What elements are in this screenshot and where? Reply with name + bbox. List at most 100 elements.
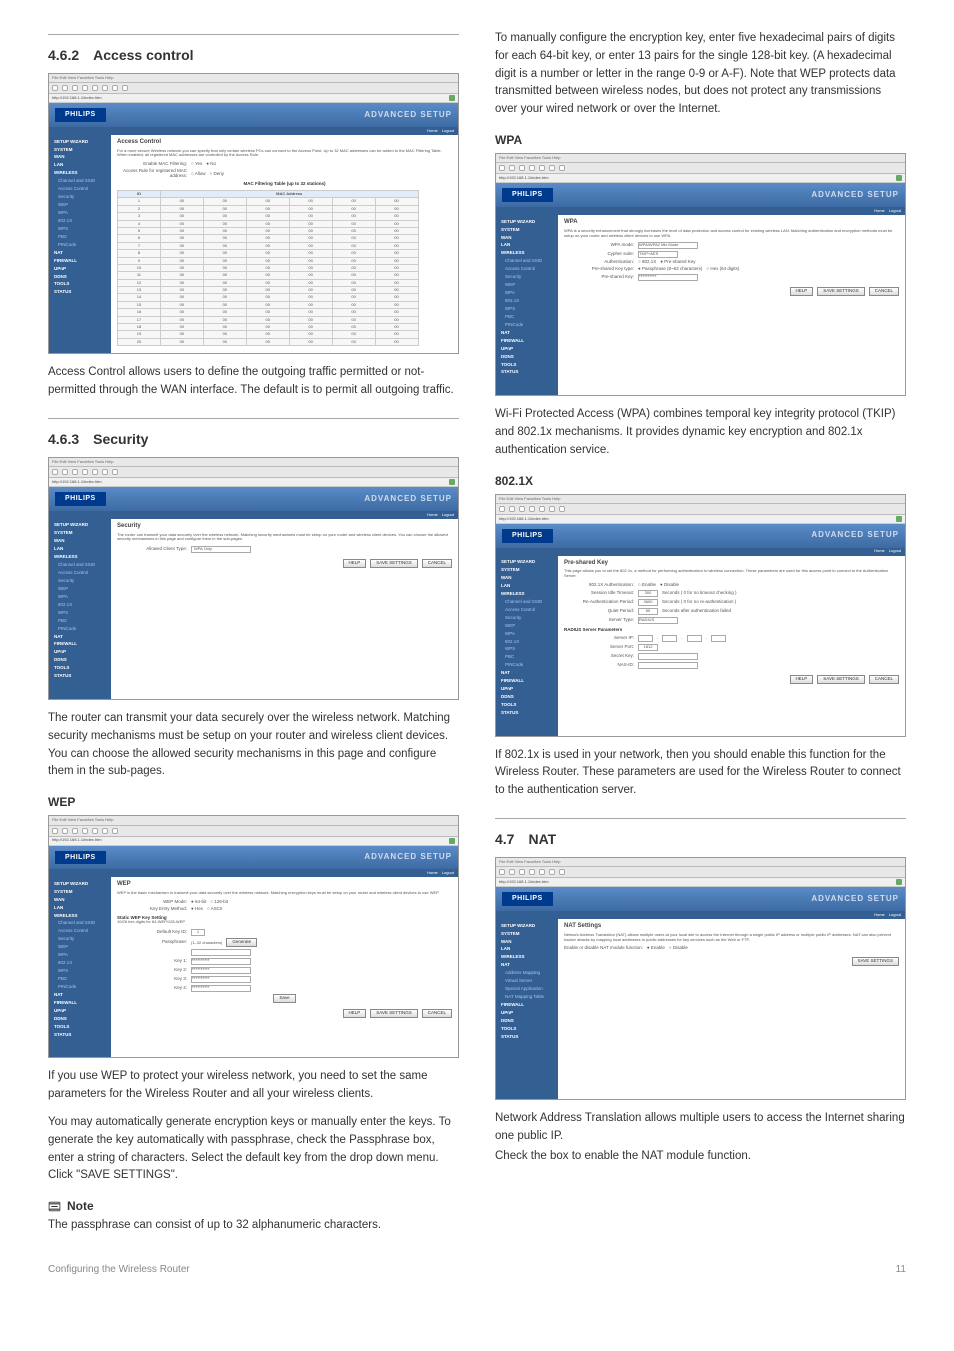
nav-item[interactable]: SYSTEM [52, 530, 108, 538]
logout-link[interactable]: Logout [442, 129, 454, 133]
radio-enable[interactable]: ● Enable [647, 946, 665, 951]
nav-item[interactable]: PBC [52, 976, 108, 984]
nav-item[interactable]: PINCode [52, 625, 108, 633]
home-icon[interactable] [92, 828, 98, 834]
home-link[interactable]: Home [427, 871, 438, 875]
home-link[interactable]: Home [427, 513, 438, 517]
nav-item[interactable]: DDNS [52, 1015, 108, 1023]
radio-no[interactable]: ● No [206, 162, 216, 167]
radio-128[interactable]: ○ 128-bit [210, 900, 228, 905]
radio-64[interactable]: ● 64-bit [191, 900, 206, 905]
nav-item[interactable]: WPA [52, 593, 108, 601]
nav-item[interactable]: Access Control [499, 266, 555, 274]
nav-item[interactable]: WPS [52, 968, 108, 976]
stop-icon[interactable] [519, 165, 525, 171]
nav-item[interactable]: LAN [52, 904, 108, 912]
nav-item[interactable]: WPS [52, 609, 108, 617]
nav-item[interactable]: UPnP [499, 686, 555, 694]
home-link[interactable]: Home [874, 209, 885, 213]
nav-item[interactable]: STATUS [499, 709, 555, 717]
nav-item[interactable]: FIREWALL [52, 641, 108, 649]
cypher-select[interactable]: TKIP+AES [638, 251, 678, 258]
home-icon[interactable] [539, 506, 545, 512]
addr-text[interactable]: http://192.168.1.1/index.htm [52, 96, 102, 100]
help-button[interactable]: HELP [790, 287, 814, 296]
nav-item[interactable]: Virtual Server [499, 978, 555, 986]
nav-item[interactable]: 802.1X [499, 298, 555, 306]
radio-passphrase[interactable]: ● Passphrase (8~63 characters) [638, 267, 702, 272]
go-icon[interactable] [449, 838, 455, 844]
save-button[interactable]: SAVE SETTINGS [370, 1009, 417, 1018]
help-button[interactable]: HELP [343, 1009, 367, 1018]
nav-item[interactable]: TOOLS [499, 1025, 555, 1033]
nav-item[interactable]: STATUS [52, 673, 108, 681]
fav-icon[interactable] [112, 469, 118, 475]
stype-select[interactable]: RADIUS [638, 617, 678, 624]
nav-item[interactable]: TOOLS [499, 702, 555, 710]
nav-item[interactable]: PINCode [499, 321, 555, 329]
back-icon[interactable] [52, 85, 58, 91]
back-icon[interactable] [52, 469, 58, 475]
nav-item[interactable]: SETUP WIZARD [52, 522, 108, 530]
nav-item[interactable]: LAN [499, 582, 555, 590]
nav-system[interactable]: SYSTEM [52, 146, 108, 154]
save-button[interactable]: SAVE SETTINGS [852, 957, 899, 966]
nav-item[interactable]: 802.1X [499, 638, 555, 646]
default-key-select[interactable]: 1 [191, 929, 205, 936]
search-icon[interactable] [102, 85, 108, 91]
back-icon[interactable] [499, 506, 505, 512]
logout-link[interactable]: Logout [889, 913, 901, 917]
nav-item[interactable]: SETUP WIZARD [499, 559, 555, 567]
nav-item[interactable]: NAT [499, 329, 555, 337]
go-icon[interactable] [896, 879, 902, 885]
logout-link[interactable]: Logout [442, 871, 454, 875]
nav-setup-wizard[interactable]: SETUP WIZARD [52, 138, 108, 146]
nav-item[interactable]: PBC [499, 654, 555, 662]
ip-octet[interactable] [687, 635, 702, 642]
nav-item[interactable]: WIRELESS [52, 554, 108, 562]
nav-item[interactable]: Channel and SSID [499, 258, 555, 266]
home-icon[interactable] [92, 85, 98, 91]
home-icon[interactable] [92, 469, 98, 475]
nav-item[interactable]: DDNS [499, 1017, 555, 1025]
nav-item[interactable]: WAN [52, 538, 108, 546]
nav-item[interactable]: WEP [52, 944, 108, 952]
nav-item[interactable]: WAN [52, 896, 108, 904]
nav-item[interactable]: PBC [52, 617, 108, 625]
nav-firewall[interactable]: FIREWALL [52, 257, 108, 265]
radio-deny[interactable]: ○ Deny [210, 172, 224, 177]
quiet-input[interactable]: 60 [638, 608, 658, 615]
nav-item[interactable]: WPA [499, 630, 555, 638]
nav-wpa[interactable]: WPA [52, 210, 108, 218]
nav-item[interactable]: TOOLS [52, 665, 108, 673]
nav-item[interactable]: Access Control [52, 928, 108, 936]
fwd-icon[interactable] [509, 506, 515, 512]
nav-item[interactable]: Security [499, 614, 555, 622]
nav-item[interactable]: TOOLS [499, 361, 555, 369]
nav-item[interactable]: PINCode [499, 662, 555, 670]
key2-input[interactable]: ********** [191, 967, 251, 974]
search-icon[interactable] [549, 165, 555, 171]
nav-item[interactable]: LAN [499, 242, 555, 250]
nav-item[interactable]: WPS [499, 305, 555, 313]
refresh-icon[interactable] [529, 506, 535, 512]
nav-item[interactable]: WPA [499, 290, 555, 298]
fwd-icon[interactable] [62, 828, 68, 834]
nav-item[interactable]: UPnP [499, 345, 555, 353]
cancel-button[interactable]: CANCEL [422, 1009, 452, 1018]
nav-item[interactable]: Address Mapping [499, 970, 555, 978]
nav-item[interactable]: LAN [52, 546, 108, 554]
ip-octet[interactable] [662, 635, 677, 642]
go-icon[interactable] [896, 516, 902, 522]
stop-icon[interactable] [72, 828, 78, 834]
stop-icon[interactable] [72, 469, 78, 475]
fav-icon[interactable] [112, 85, 118, 91]
nav-pincode[interactable]: PINCode [52, 241, 108, 249]
refresh-icon[interactable] [82, 828, 88, 834]
nav-item[interactable]: DDNS [499, 694, 555, 702]
help-button[interactable]: HELP [343, 559, 367, 568]
nav-item[interactable]: NAT [52, 633, 108, 641]
nav-wireless[interactable]: WIRELESS [52, 170, 108, 178]
nav-item[interactable]: NAT [499, 962, 555, 970]
nav-item[interactable]: WPS [499, 646, 555, 654]
